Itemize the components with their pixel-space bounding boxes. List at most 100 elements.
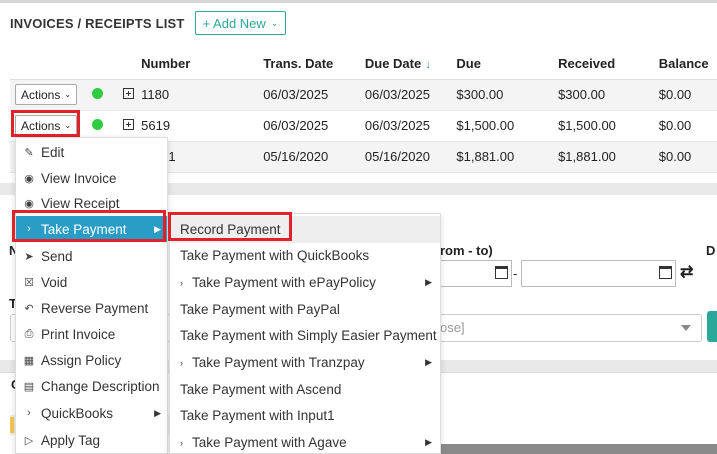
- menu-item-label: Void: [41, 274, 68, 290]
- cell-trans-date: 05/16/2020: [263, 141, 365, 173]
- submenu-item-label: Record Payment: [180, 222, 281, 237]
- description-icon: ▤: [23, 380, 35, 393]
- row-actions-button[interactable]: Actions ⌄: [15, 84, 78, 105]
- menu-item-change-description[interactable]: ▤ Change Description: [16, 373, 167, 399]
- policy-icon: ▦: [23, 354, 35, 367]
- submenu-item-quickbooks[interactable]: Take Payment with QuickBooks: [170, 242, 440, 269]
- submenu-arrow-icon: ▶: [154, 223, 161, 234]
- col-due-date-header[interactable]: Due Date ↓: [364, 49, 457, 80]
- col-balance-header[interactable]: Balance: [658, 49, 717, 80]
- info-strip-accent: [10, 417, 14, 433]
- cell-due: $1,881.00: [456, 141, 559, 173]
- col-due-header[interactable]: Due: [456, 49, 559, 80]
- cell-trans-date: 06/03/2025: [263, 110, 365, 142]
- menu-item-label: View Invoice: [41, 170, 117, 186]
- submenu-item-agave[interactable]: › Take Payment with Agave ▶: [170, 429, 440, 454]
- menu-item-label: Print Invoice: [41, 326, 116, 342]
- table-header-row: Number Trans. Date Due Date ↓ Due Receive…: [10, 49, 717, 80]
- cell-due-date: 06/03/2025: [364, 110, 457, 142]
- submenu-item-label: Take Payment with QuickBooks: [180, 248, 370, 263]
- sort-down-arrow-icon: ↓: [425, 56, 432, 71]
- menu-item-label: Send: [41, 248, 73, 264]
- table-row: Actions ⌄ 1180 06/03/2025 06/03/2025 $300…: [10, 79, 717, 111]
- add-new-label: + Add New: [202, 15, 266, 31]
- chevron-down-icon: ⌄: [270, 17, 279, 28]
- menu-item-label: Change Description: [41, 378, 160, 394]
- submenu-item-tranzpay[interactable]: › Take Payment with Tranzpay ▶: [170, 349, 440, 376]
- date-range-label: rom - to): [440, 243, 493, 258]
- actions-highlight-box: [11, 110, 80, 137]
- actions-label: Actions: [21, 87, 61, 102]
- cell-balance: $0.00: [658, 79, 717, 111]
- menu-item-reverse-payment[interactable]: ↶ Reverse Payment: [16, 295, 167, 321]
- submenu-item-ascend[interactable]: Take Payment with Ascend: [170, 376, 440, 403]
- status-dot-icon: [92, 119, 104, 130]
- menu-item-label: Take Payment: [41, 221, 127, 237]
- cell-due-date: 05/16/2020: [364, 141, 457, 173]
- take-payment-submenu: Record Payment Take Payment with QuickBo…: [169, 213, 441, 454]
- col-status-header: [87, 49, 118, 80]
- menu-item-quickbooks[interactable]: › QuickBooks ▶: [16, 400, 167, 426]
- caret-down-icon: [681, 325, 691, 331]
- menu-item-send[interactable]: ➤ Send: [16, 243, 167, 269]
- chevron-right-icon: ›: [180, 437, 183, 448]
- submenu-item-paypal[interactable]: Take Payment with PayPal: [170, 296, 440, 323]
- cell-received: $1,881.00: [558, 141, 659, 173]
- eye-icon: ◉: [24, 172, 34, 185]
- add-new-button[interactable]: + Add New ⌄: [194, 11, 287, 35]
- menu-item-assign-policy[interactable]: ▦ Assign Policy: [16, 347, 167, 373]
- cell-due: $1,500.00: [456, 110, 559, 142]
- calendar-icon[interactable]: [495, 266, 508, 279]
- chevron-right-icon: ›: [180, 277, 183, 288]
- cell-due-date: 06/03/2025: [364, 79, 457, 111]
- menu-item-take-payment[interactable]: › Take Payment ▶: [16, 216, 167, 242]
- list-header: INVOICES / RECEIPTS LIST + Add New ⌄: [0, 3, 717, 43]
- menu-item-label: Edit: [41, 144, 65, 160]
- filter-label-d: D: [706, 243, 716, 258]
- menu-item-view-invoice[interactable]: ◉ View Invoice: [16, 165, 167, 191]
- expand-row-icon[interactable]: [122, 88, 134, 99]
- submenu-item-input1[interactable]: Take Payment with Input1: [170, 402, 440, 429]
- submenu-item-simply-easier-payment[interactable]: Take Payment with Simply Easier Payment: [170, 322, 440, 349]
- col-number-header[interactable]: Number: [141, 49, 264, 80]
- menu-item-label: View Receipt: [41, 195, 120, 211]
- chevron-right-icon: ›: [180, 357, 183, 368]
- col-trans-date-header[interactable]: Trans. Date: [263, 49, 365, 80]
- submenu-arrow-icon: ▶: [425, 357, 432, 367]
- menu-item-print-invoice[interactable]: ⎙ Print Invoice: [16, 321, 167, 347]
- submenu-item-label: Take Payment with Input1: [180, 408, 335, 423]
- menu-item-edit[interactable]: ✎ Edit: [16, 139, 167, 165]
- tag-icon: ▷: [24, 434, 34, 447]
- menu-item-apply-tag[interactable]: ▷ Apply Tag: [16, 427, 167, 453]
- expand-row-icon[interactable]: [122, 119, 134, 130]
- menu-item-void[interactable]: ☒ Void: [16, 269, 167, 295]
- chevron-right-icon: ›: [27, 223, 31, 235]
- cell-trans-date: 06/03/2025: [263, 79, 365, 111]
- submenu-item-label: Take Payment with Ascend: [180, 382, 342, 397]
- scroll-bar[interactable]: [440, 444, 717, 454]
- cell-number: 1180: [141, 79, 264, 111]
- submenu-item-label: Take Payment with PayPal: [180, 302, 340, 317]
- date-range-dash: -: [513, 266, 518, 281]
- submenu-item-record-payment[interactable]: Record Payment: [170, 216, 440, 243]
- submenu-arrow-icon: ▶: [425, 277, 432, 287]
- submenu-item-label: Take Payment with Agave: [192, 435, 347, 450]
- swap-arrows-icon[interactable]: ⇄: [680, 262, 693, 282]
- actions-menu: ✎ Edit ◉ View Invoice ◉ View Receipt › Take …: [15, 137, 168, 454]
- menu-item-label: Reverse Payment: [41, 300, 149, 316]
- menu-item-label: QuickBooks: [41, 405, 114, 421]
- select-placeholder: ose]: [440, 320, 465, 335]
- date-to-input[interactable]: [521, 260, 676, 287]
- submenu-arrow-icon: ▶: [425, 437, 432, 447]
- col-actions-header: [10, 49, 88, 80]
- cell-received: $300.00: [558, 79, 659, 111]
- submenu-arrow-icon: ▶: [154, 407, 161, 418]
- calendar-icon[interactable]: [659, 266, 672, 279]
- submenu-item-epaypolicy[interactable]: › Take Payment with ePayPolicy ▶: [170, 269, 440, 296]
- undo-icon: ↶: [24, 302, 34, 315]
- filter-action-button[interactable]: [707, 311, 717, 342]
- send-icon: ➤: [24, 250, 34, 263]
- col-received-header[interactable]: Received: [558, 49, 659, 80]
- edit-icon: ✎: [24, 146, 34, 159]
- menu-item-view-receipt[interactable]: ◉ View Receipt: [16, 190, 167, 216]
